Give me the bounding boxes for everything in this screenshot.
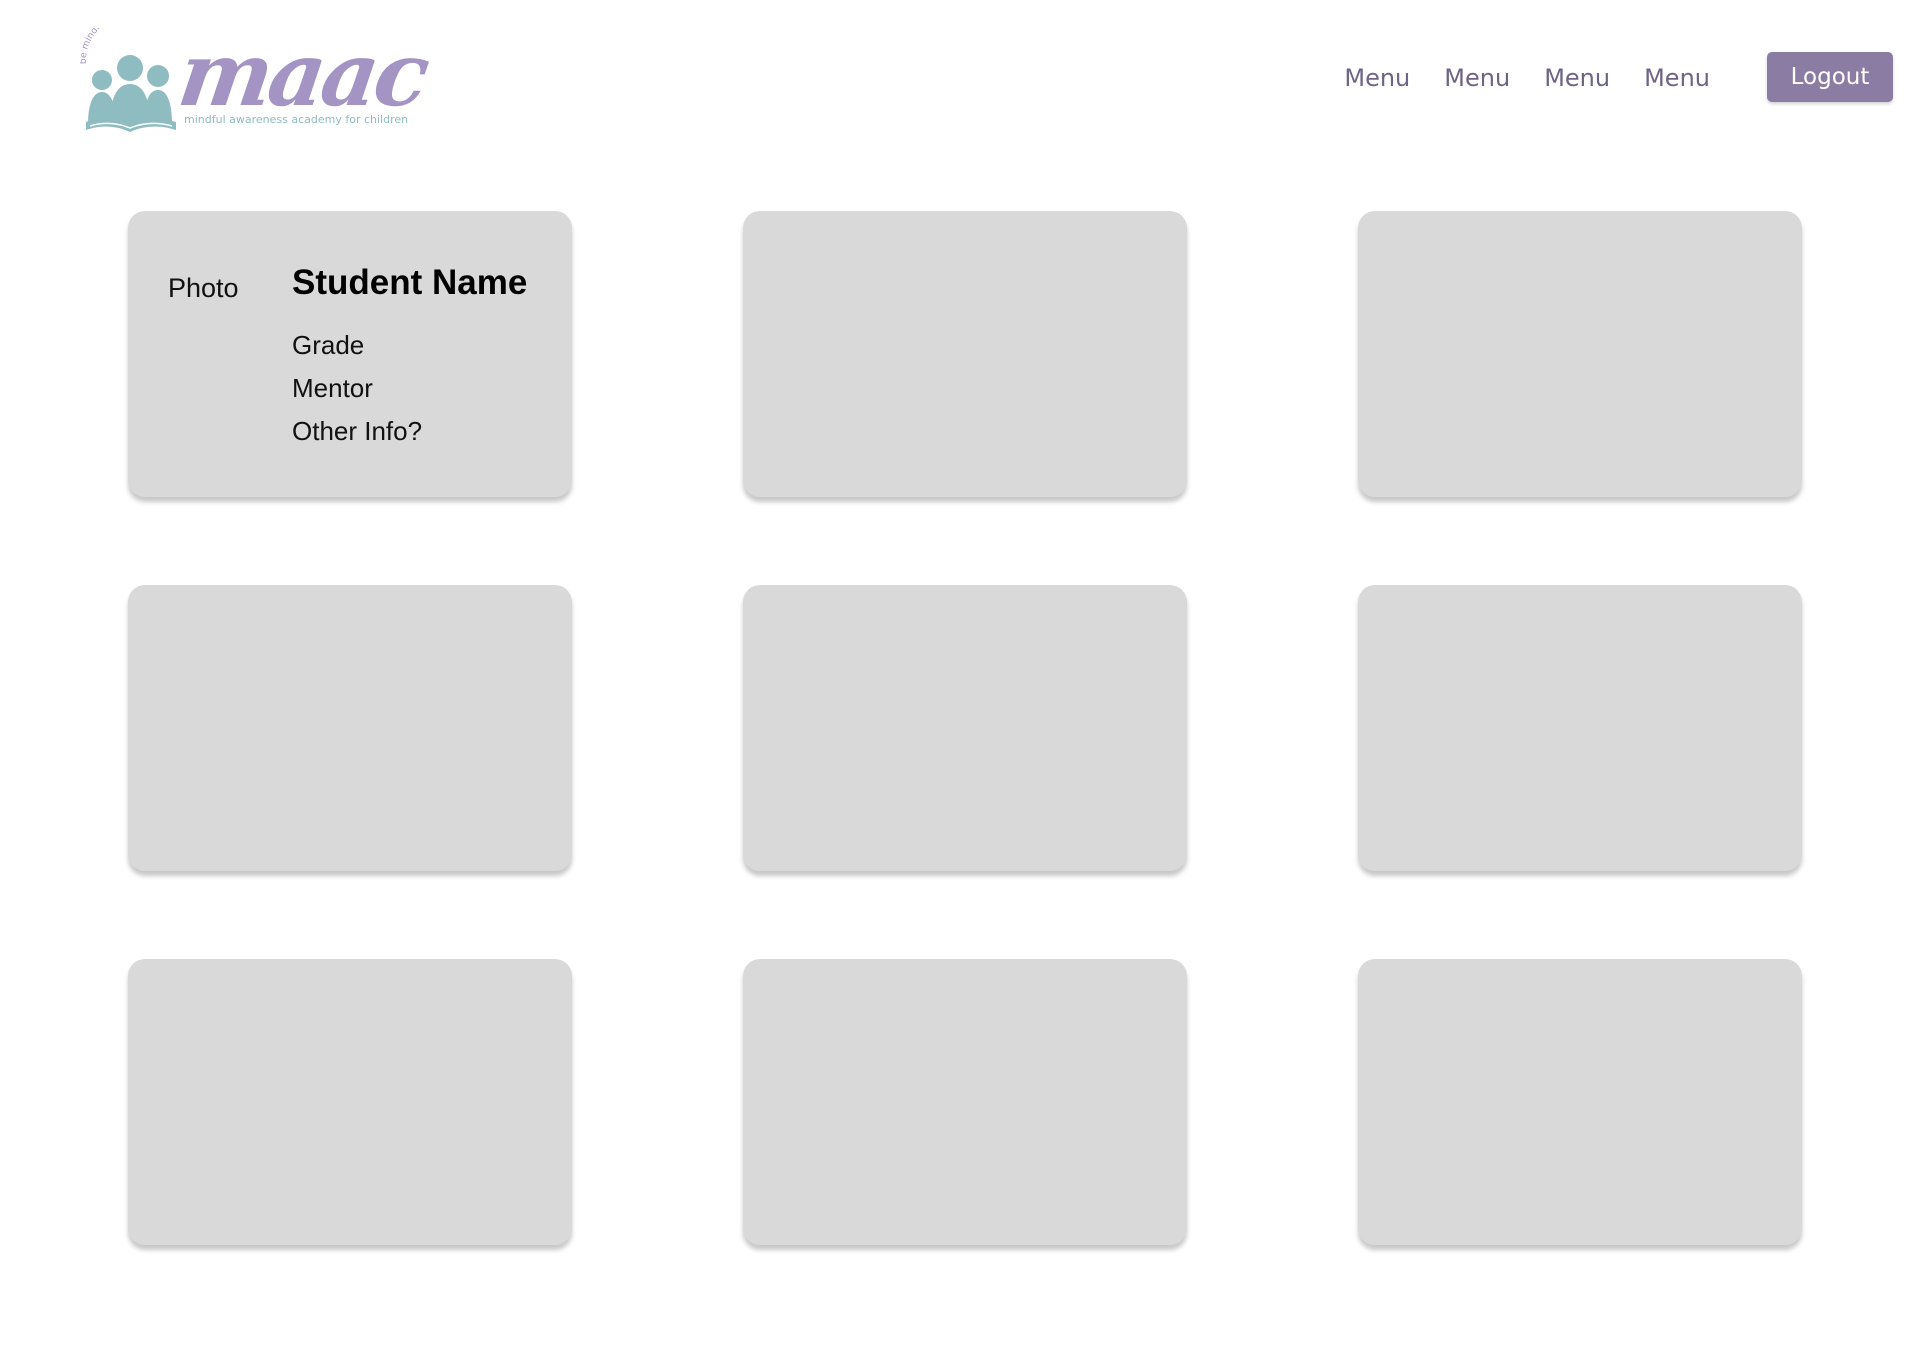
student-card-grid: Photo Student Name Grade Mentor Other In… [128,211,1802,1245]
student-card-empty[interactable] [1358,211,1802,497]
main-nav: Menu Menu Menu Menu [1344,62,1710,94]
student-info-list: Grade Mentor Other Info? [292,324,422,453]
student-card-empty[interactable] [1358,959,1802,1245]
nav-menu-3[interactable]: Menu [1544,62,1610,94]
student-card-empty[interactable] [128,585,572,871]
nav-menu-2[interactable]: Menu [1444,62,1510,94]
student-other-info: Other Info? [292,416,423,446]
site-header: be mindful • be brilliant maac mindful a… [0,0,1920,150]
student-card-empty[interactable] [128,959,572,1245]
logo-wordmark: maac [172,22,433,126]
student-name: Student Name [292,263,528,302]
student-card-empty[interactable] [743,585,1187,871]
student-card-empty[interactable] [1358,585,1802,871]
logout-button[interactable]: Logout [1767,52,1893,102]
student-mentor: Mentor [292,373,373,403]
nav-menu-1[interactable]: Menu [1344,62,1410,94]
nav-menu-4[interactable]: Menu [1644,62,1710,94]
logo-tagline: mindful awareness academy for children [184,113,409,126]
student-card-empty[interactable] [743,211,1187,497]
student-photo-placeholder: Photo [168,273,239,303]
student-grade: Grade [292,330,365,360]
student-card[interactable]: Photo Student Name Grade Mentor Other In… [128,211,572,497]
student-card-empty[interactable] [743,959,1187,1245]
maac-logo[interactable]: be mindful • be brilliant maac mindful a… [80,22,432,138]
